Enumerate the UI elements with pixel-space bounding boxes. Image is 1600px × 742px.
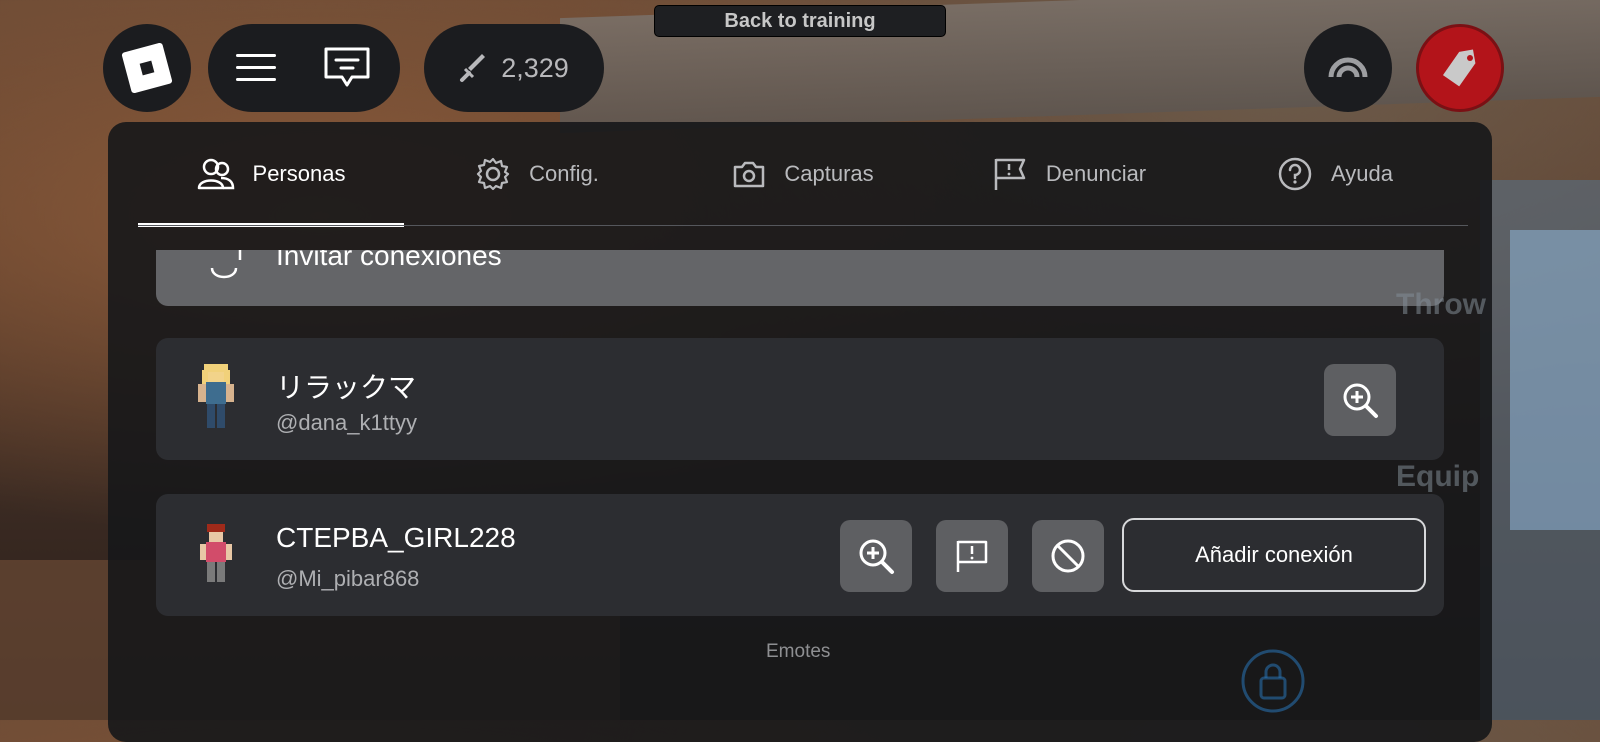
report-player-button[interactable]: [936, 520, 1008, 592]
roblox-menu-button[interactable]: [103, 24, 191, 112]
game-window: [1510, 230, 1600, 530]
tab-label: Personas: [252, 161, 346, 186]
menu-chat-group: [208, 24, 400, 112]
menu-tabs: Personas Config. Capturas Denunciar Ayud…: [138, 122, 1468, 227]
gear-icon: [477, 157, 510, 191]
tab-divider: [138, 225, 1468, 226]
add-friend-icon: [210, 250, 242, 279]
shop-button[interactable]: [1416, 24, 1504, 112]
camera-icon: [734, 161, 765, 188]
tab-personas[interactable]: Personas: [138, 122, 404, 227]
zoom-in-icon: [859, 539, 894, 574]
tab-label: Ayuda: [1331, 161, 1393, 186]
points-value: 2,329: [501, 52, 569, 83]
points-counter: 2,329: [424, 24, 604, 112]
tab-label: Config.: [529, 161, 599, 186]
roblox-logo-icon: [121, 42, 173, 94]
inspect-button[interactable]: [840, 520, 912, 592]
help-icon: [1278, 157, 1312, 191]
avatar: [200, 524, 232, 582]
zoom-in-icon: [1343, 383, 1378, 418]
hamburger-menu-icon[interactable]: [236, 54, 276, 82]
player-display-name: CTEPBA_GIRL228: [276, 522, 516, 553]
throw-label: Throw: [1396, 288, 1486, 321]
tab-label: Denunciar: [1045, 161, 1147, 186]
add-connection-button[interactable]: Añadir conexión: [1122, 518, 1426, 592]
report-flag-icon: [994, 158, 1026, 190]
tab-label: Capturas: [784, 161, 874, 186]
invite-connections-button[interactable]: Invitar conexiones: [156, 250, 1444, 306]
block-player-button[interactable]: [1032, 520, 1104, 592]
price-tag-icon: [1442, 49, 1476, 87]
back-to-training-banner[interactable]: Back to training: [654, 5, 946, 37]
invite-connections-label: Invitar conexiones: [276, 250, 502, 271]
player-username: @Mi_pibar868: [276, 566, 420, 591]
tab-denunciar[interactable]: Denunciar: [936, 122, 1202, 226]
tab-ayuda[interactable]: Ayuda: [1202, 122, 1468, 226]
player-row: リラックマ @dana_k1ttyy: [156, 338, 1444, 460]
emotes-label: Emotes: [766, 641, 831, 662]
chat-icon[interactable]: [322, 45, 372, 91]
equip-label: Equip: [1396, 460, 1480, 493]
sword-icon: [460, 54, 486, 82]
player-display-name: リラックマ: [276, 372, 417, 403]
block-icon: [1051, 539, 1085, 573]
shift-lock-icon: [1241, 649, 1305, 713]
tab-config[interactable]: Config.: [404, 122, 670, 226]
inspect-button[interactable]: [1324, 364, 1396, 436]
player-row: CTEPBA_GIRL228 @Mi_pibar868 Añadir conex…: [156, 494, 1444, 616]
rainbow-icon: [1328, 57, 1368, 78]
spectate-button[interactable]: [1304, 24, 1392, 112]
people-icon: [197, 158, 234, 190]
avatar: [198, 364, 234, 428]
player-username: @dana_k1ttyy: [276, 410, 417, 435]
tab-capturas[interactable]: Capturas: [670, 122, 936, 226]
report-flag-icon: [956, 540, 988, 572]
